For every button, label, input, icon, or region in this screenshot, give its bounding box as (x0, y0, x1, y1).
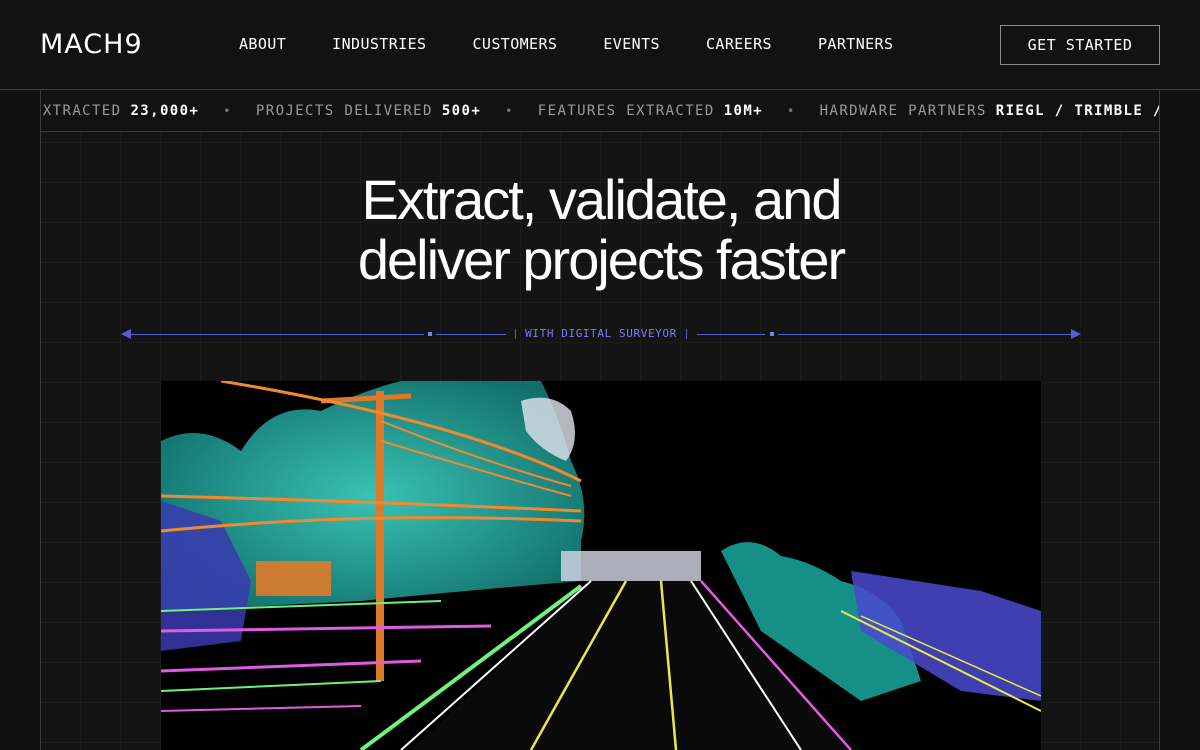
ticker-value: 10M+ (723, 103, 764, 119)
point-cloud-illustration (161, 381, 1041, 750)
ticker-item: HARDWARE PARTNERS RIEGL / TRIMBLE / (819, 103, 1160, 119)
nav-events[interactable]: EVENTS (580, 33, 683, 55)
ticker-separator: • (787, 104, 796, 118)
mach9-logo[interactable]: MACH9 (40, 30, 143, 60)
nav-about[interactable]: ABOUT (216, 33, 309, 55)
ticker-track: EXTRACTED 23,000+ • PROJECTS DELIVERED 5… (40, 90, 1160, 131)
ticker-label: FEATURES EXTRACTED (537, 103, 715, 119)
ticker-item: EXTRACTED 23,000+ (40, 103, 200, 119)
ticker-separator: • (223, 104, 232, 118)
divider-line (697, 334, 765, 335)
divider-line (778, 334, 1073, 335)
nav-industries[interactable]: INDUSTRIES (309, 33, 449, 55)
nav-partners[interactable]: PARTNERS (795, 33, 916, 55)
divider-dot (770, 332, 774, 336)
site-header: MACH9 ABOUT INDUSTRIES CUSTOMERS EVENTS … (0, 0, 1200, 90)
nav-customers[interactable]: CUSTOMERS (449, 33, 580, 55)
nav-careers[interactable]: CAREERS (683, 33, 795, 55)
ticker-value: 23,000+ (130, 103, 200, 119)
ticker-item: PROJECTS DELIVERED 500+ (256, 103, 481, 119)
ticker-value: RIEGL / TRIMBLE / (995, 103, 1160, 119)
point-cloud-video[interactable] (161, 381, 1041, 750)
stats-ticker: EXTRACTED 23,000+ • PROJECTS DELIVERED 5… (40, 90, 1160, 132)
ticker-label: EXTRACTED (40, 103, 122, 119)
ticker-label: HARDWARE PARTNERS (819, 103, 987, 119)
ticker-label: PROJECTS DELIVERED (255, 103, 433, 119)
hero-section: Extract, validate, and deliver projects … (40, 132, 1160, 750)
hero-headline: Extract, validate, and deliver projects … (41, 170, 1161, 290)
ticker-item: FEATURES EXTRACTED 10M+ (538, 103, 763, 119)
arrow-right-icon (1071, 329, 1081, 339)
headline-line-2: deliver projects faster (357, 228, 846, 291)
get-started-button[interactable]: GET STARTED (1000, 25, 1160, 65)
headline-line-1: Extract, validate, and (361, 168, 843, 231)
divider-bar (686, 329, 687, 339)
ticker-separator: • (505, 104, 514, 118)
digital-surveyor-divider: WITH DIGITAL SURVEYOR (121, 322, 1081, 346)
ticker-value: 500+ (441, 103, 482, 119)
main-nav: ABOUT INDUSTRIES CUSTOMERS EVENTS CAREER… (216, 33, 916, 55)
